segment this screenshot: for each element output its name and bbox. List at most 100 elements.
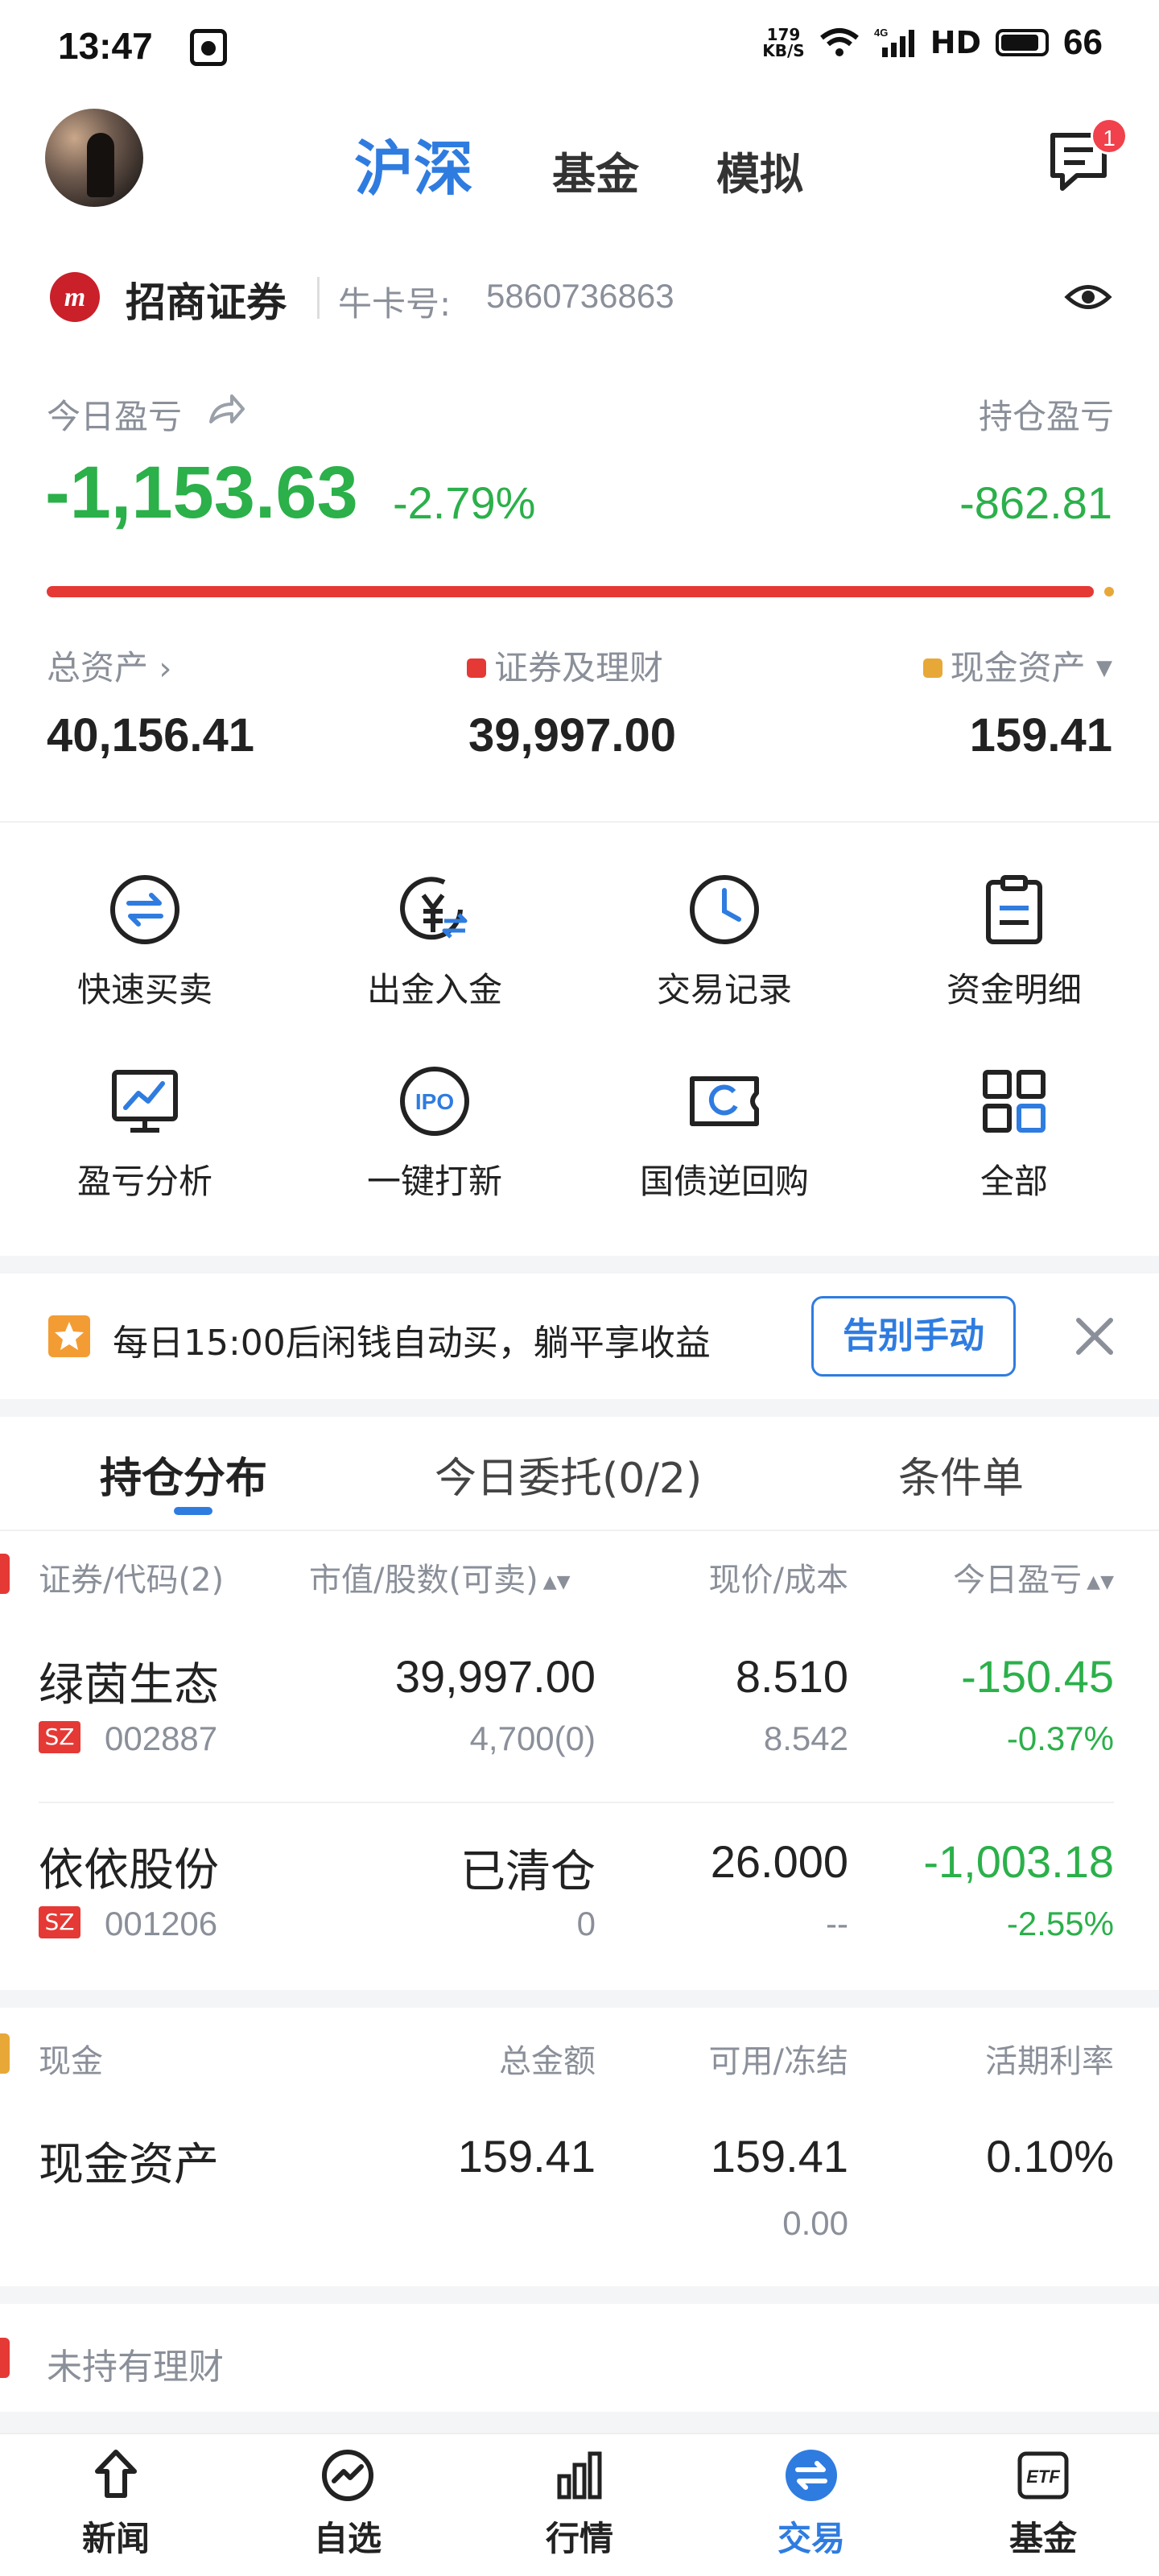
share-icon[interactable] <box>206 393 246 427</box>
chart-monitor-icon <box>112 1070 178 1133</box>
holding-pnl-value: -862.81 <box>959 477 1112 528</box>
tab-conditional-orders[interactable]: 条件单 <box>898 1444 1024 1505</box>
status-time: 13:47 <box>58 25 153 67</box>
nav-watchlist[interactable]: 自选 <box>232 2447 464 2561</box>
shares: 0 <box>576 1905 596 1942</box>
ipo-icon: IPO <box>400 1067 469 1136</box>
current-price: 26.000 <box>710 1836 848 1887</box>
cash-dot <box>922 658 942 678</box>
trade-icon <box>786 2450 837 2501</box>
quick-action-pnl-analysis[interactable]: 盈亏分析 <box>0 1063 290 1203</box>
no-wealth-label: 未持有理财 <box>47 2347 224 2388</box>
market-icon <box>557 2451 602 2500</box>
stock-name: 绿茵生态 <box>39 1659 219 1711</box>
avatar[interactable] <box>45 109 143 207</box>
market-value: 39,997.00 <box>394 1651 596 1702</box>
quick-action-trade-history[interactable]: 交易记录 <box>580 871 869 1012</box>
nav-market[interactable]: 行情 <box>464 2447 695 2561</box>
watchlist-icon <box>322 2450 373 2501</box>
section-marker <box>0 2338 10 2378</box>
divider <box>0 821 1159 823</box>
col-header-market-value[interactable]: 市值/股数(可卖) ▲▼ <box>309 1554 571 1600</box>
cash-frozen: 0.00 <box>782 2204 848 2242</box>
net-speed: 179 KB/S <box>762 25 805 60</box>
market-value: 已清仓 <box>460 1846 596 1898</box>
today-pnl-pct: -2.55% <box>1006 1905 1114 1942</box>
status-bar: 13:47 179 KB/S 4G HD 66 <box>0 0 1159 97</box>
broker-name[interactable]: 招商证券 <box>126 270 287 328</box>
sort-icon: ▲▼ <box>1087 1572 1114 1592</box>
table-row[interactable]: 绿茵生态 SZ 002887 39,997.00 4,700(0) 8.510 … <box>0 1618 1159 1795</box>
tab-today-orders[interactable]: 今日委托(0/2) <box>435 1444 702 1505</box>
quick-action-fast-trade[interactable]: 快速买卖 <box>0 871 290 1012</box>
star-badge-icon <box>48 1315 90 1357</box>
news-icon <box>95 2450 137 2498</box>
divider <box>0 1530 1159 1531</box>
hd-label: HD <box>930 25 982 60</box>
close-icon[interactable] <box>1074 1315 1116 1357</box>
stock-code: 002887 <box>105 1719 218 1757</box>
cash-total: 159.41 <box>457 2131 596 2182</box>
cash-header-total: 总金额 <box>499 2043 596 2080</box>
nav-news[interactable]: 新闻 <box>0 2447 232 2561</box>
cash-assets-label[interactable]: 现金资产 ▼ <box>922 641 1112 690</box>
wifi-icon <box>819 28 859 56</box>
account-divider <box>317 277 320 319</box>
securities-dot <box>467 658 486 678</box>
bond-repo-icon <box>690 1076 759 1126</box>
total-assets-value: 40,156.41 <box>47 709 255 762</box>
section-divider <box>0 2286 1159 2304</box>
asset-ratio-cash <box>1104 587 1114 597</box>
today-pnl: -150.45 <box>961 1651 1114 1702</box>
nav-fund[interactable]: ETF 基金 <box>927 2447 1159 2561</box>
svg-text:m: m <box>64 283 85 312</box>
quick-action-all[interactable]: 全部 <box>869 1063 1159 1203</box>
total-assets-label[interactable]: 总资产 › <box>47 641 171 690</box>
quick-action-deposit-withdraw[interactable]: 出金入金 <box>290 871 580 1012</box>
col-header-security: 证券/代码(2) <box>39 1562 225 1599</box>
today-pnl-value: -1,153.63 <box>45 452 358 534</box>
svg-text:IPO: IPO <box>415 1089 454 1114</box>
clock-icon <box>690 875 759 944</box>
signal-label: 4G <box>874 27 888 39</box>
securities-value: 39,997.00 <box>468 709 677 762</box>
svg-text:ETF: ETF <box>1026 2467 1060 2487</box>
market-tag: SZ <box>39 1906 80 1938</box>
today-pnl-label: 今日盈亏 <box>47 397 183 436</box>
cash-row[interactable]: 现金资产 159.41 159.41 0.00 0.10% <box>0 2109 1159 2254</box>
today-pnl-pct: -0.37% <box>1006 1719 1114 1757</box>
section-divider <box>0 1990 1159 2008</box>
tab-hushen[interactable]: 沪深 <box>354 121 473 207</box>
sort-icon: ▲▼ <box>542 1572 571 1592</box>
chevron-right-icon: › <box>159 650 172 687</box>
broker-logo-icon: m <box>50 272 100 322</box>
cash-assets-value: 159.41 <box>969 709 1112 762</box>
tab-positions[interactable]: 持仓分布 <box>100 1444 267 1505</box>
quick-action-bond-repo[interactable]: 国债逆回购 <box>580 1063 869 1203</box>
col-header-today-pnl[interactable]: 今日盈亏 ▲▼ <box>953 1554 1114 1600</box>
stock-name: 依依股份 <box>39 1844 219 1897</box>
quick-action-ipo[interactable]: IPO 一键打新 <box>290 1063 580 1203</box>
tab-active-indicator <box>174 1507 212 1515</box>
current-price: 8.510 <box>735 1651 848 1702</box>
section-marker <box>0 1554 10 1594</box>
cash-header-available: 可用/冻结 <box>708 2043 848 2080</box>
today-pnl: -1,003.18 <box>923 1836 1114 1887</box>
col-header-price: 现价/成本 <box>708 1562 848 1599</box>
quick-action-fund-details[interactable]: 资金明细 <box>869 871 1159 1012</box>
tab-fund[interactable]: 基金 <box>552 138 639 202</box>
eye-icon[interactable] <box>1064 277 1112 317</box>
cost-price: -- <box>826 1905 848 1942</box>
banner-text: 每日15:00后闲钱自动买，躺平享收益 <box>113 1323 711 1364</box>
clipboard-icon <box>986 875 1042 944</box>
today-pnl-percent: -2.79% <box>393 477 536 528</box>
table-row[interactable]: 依依股份 SZ 001206 已清仓 0 26.000 -- -1,003.18… <box>0 1803 1159 1980</box>
section-marker <box>0 2033 10 2074</box>
card-number-label: 牛卡号: <box>338 284 452 324</box>
banner-button[interactable]: 告别手动 <box>811 1296 1016 1377</box>
securities-label: 证券及理财 <box>467 641 663 690</box>
section-divider <box>0 2412 1159 2433</box>
etf-icon: ETF <box>1017 2451 1069 2500</box>
nav-trade[interactable]: 交易 <box>695 2447 927 2561</box>
tab-simulation[interactable]: 模拟 <box>716 138 803 202</box>
